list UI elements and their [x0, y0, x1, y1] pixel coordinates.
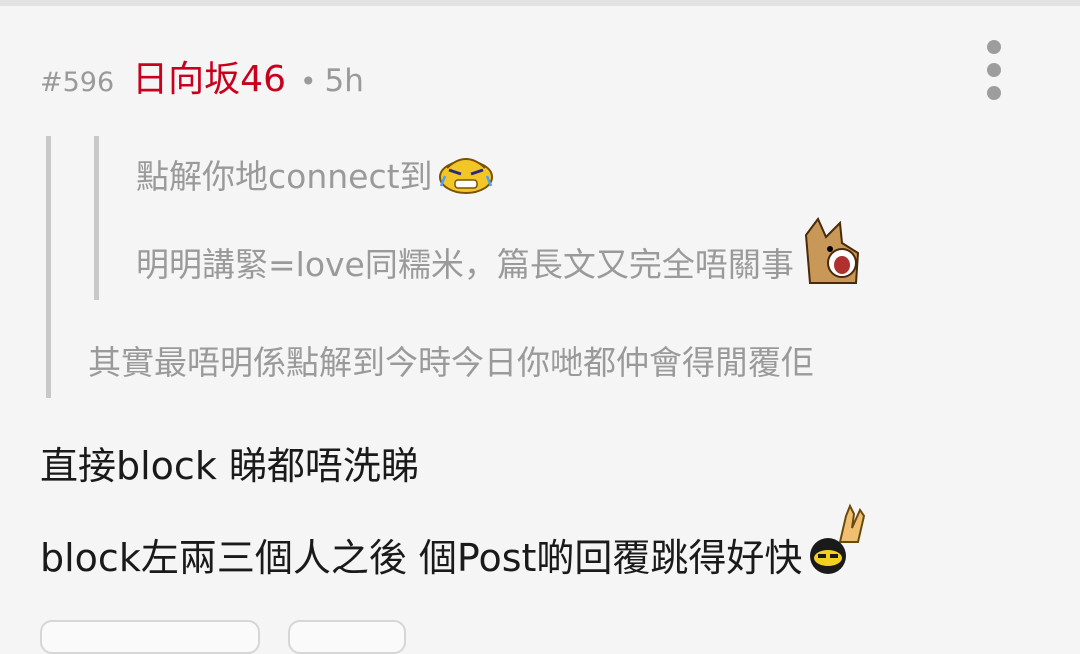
outer-quote-line: 其實最唔明係點解到今時今日你哋都仲會得閒覆佢 [88, 332, 814, 388]
crying-face-icon [438, 158, 493, 194]
post-body-line-1: 直接block 睇都唔洗睇 [40, 434, 419, 490]
post-body-text-2: block左兩三個人之後 個Post啲回覆跳得好快 [40, 535, 803, 580]
nested-quote-line-2: 明明講緊=love同糯米，篇長文又完全唔關事 [136, 217, 868, 290]
post-actions [40, 620, 406, 654]
shocked-dog-icon [804, 217, 859, 284]
nested-quote-text-2: 明明講緊=love同糯米，篇長文又完全唔關事 [136, 245, 794, 284]
post-time: 5h [324, 63, 364, 99]
action-chip-2[interactable] [288, 620, 406, 654]
post-number[interactable]: #596 [40, 67, 114, 98]
more-vertical-icon[interactable] [978, 40, 1010, 100]
nested-quote-line-1: 點解你地connect到 [136, 146, 497, 202]
post-body-line-2: block左兩三個人之後 個Post啲回覆跳得好快 [40, 503, 874, 584]
quote-bar-outer [46, 136, 51, 398]
meta-separator: • [299, 65, 317, 98]
top-divider [0, 0, 1080, 6]
action-chip-1[interactable] [40, 620, 260, 654]
outer-quote-text: 其實最唔明係點解到今時今日你哋都仲會得閒覆佢 [88, 343, 814, 382]
rock-hand-icon [810, 503, 866, 574]
post-header: #596 日向坂46 • 5h [40, 50, 364, 100]
quote-bar-nested [94, 136, 99, 300]
username-link[interactable]: 日向坂46 [132, 50, 286, 102]
post-body-text-1: 直接block 睇都唔洗睇 [40, 443, 419, 488]
nested-quote-text-1: 點解你地connect到 [136, 157, 433, 196]
